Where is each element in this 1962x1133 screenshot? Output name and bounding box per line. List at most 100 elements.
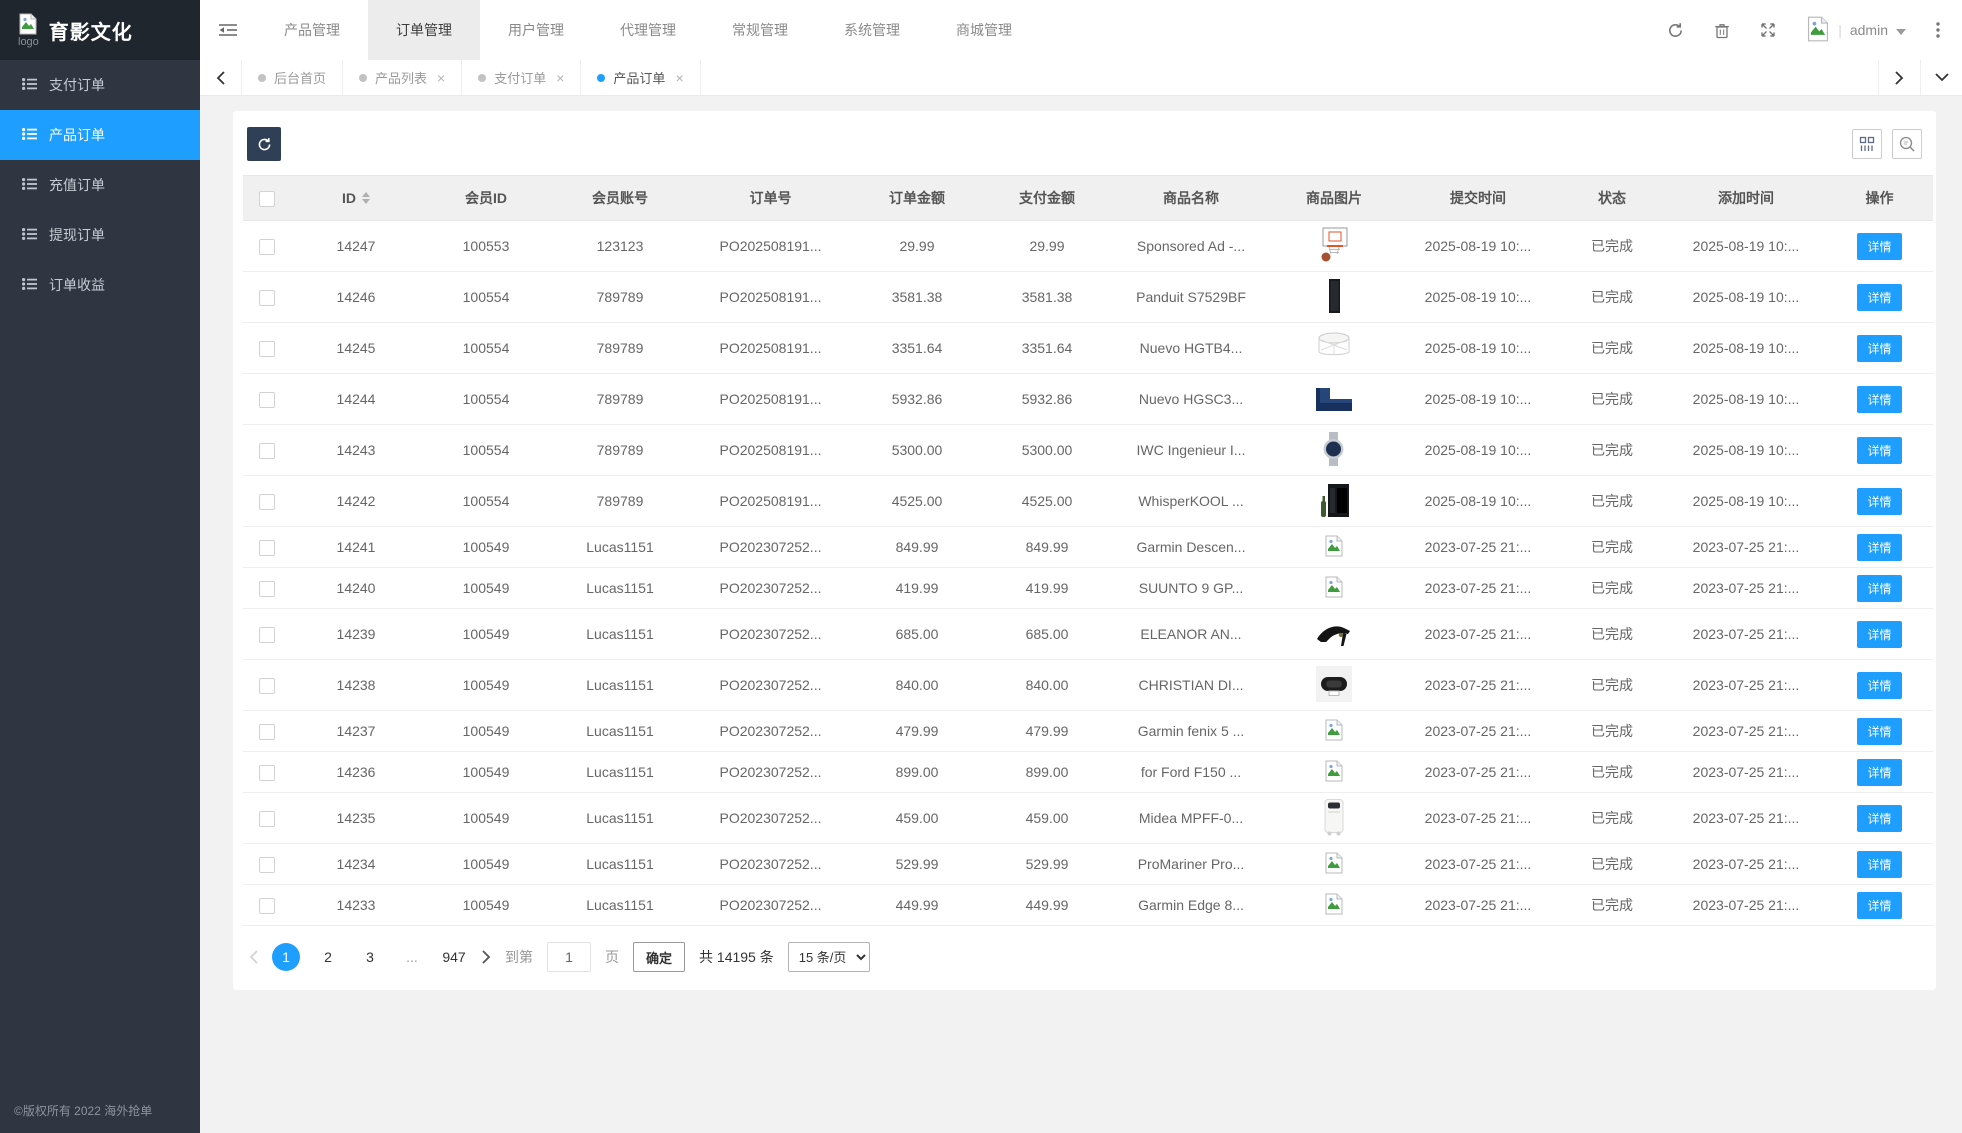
trash-icon[interactable]	[1714, 22, 1730, 39]
tabs-scroll-left-icon[interactable]	[200, 60, 242, 95]
detail-button[interactable]: 详情	[1857, 437, 1901, 464]
table-refresh-button[interactable]	[247, 127, 281, 161]
cell-action: 详情	[1826, 660, 1933, 711]
detail-button[interactable]: 详情	[1857, 805, 1901, 832]
row-checkbox[interactable]	[259, 494, 275, 510]
nav-item-6[interactable]: 商城管理	[928, 0, 1040, 60]
sidebar-item[interactable]: 产品订单	[0, 110, 200, 160]
detail-button[interactable]: 详情	[1857, 284, 1901, 311]
tab-close-icon[interactable]: ×	[437, 70, 445, 86]
nav-item-4[interactable]: 常规管理	[704, 0, 816, 60]
tab-status-dot	[258, 74, 266, 82]
sidebar-item[interactable]: 提现订单	[0, 210, 200, 260]
detail-button[interactable]: 详情	[1857, 575, 1901, 602]
cell-product-image	[1270, 711, 1398, 752]
cell-member-id: 100549	[421, 885, 551, 926]
tab-close-icon[interactable]: ×	[675, 70, 683, 86]
tabs-dropdown-icon[interactable]	[1920, 60, 1962, 95]
column-order-no: 订单号	[689, 176, 852, 221]
row-checkbox[interactable]	[259, 239, 275, 255]
detail-button[interactable]: 详情	[1857, 534, 1901, 561]
nav-item-3[interactable]: 代理管理	[592, 0, 704, 60]
detail-button[interactable]: 详情	[1857, 718, 1901, 745]
cell-id: 14235	[291, 793, 421, 844]
sort-id-control[interactable]	[362, 192, 370, 204]
nav-item-1[interactable]: 订单管理	[368, 0, 480, 60]
cell-product-image	[1270, 609, 1398, 660]
cell-member-id: 100549	[421, 568, 551, 609]
cell-action: 详情	[1826, 885, 1933, 926]
cell-member-id: 100549	[421, 793, 551, 844]
row-checkbox[interactable]	[259, 290, 275, 306]
detail-button[interactable]: 详情	[1857, 233, 1901, 260]
tab-close-icon[interactable]: ×	[556, 70, 564, 86]
table-row: 14246 100554 789789 PO202508191... 3581.…	[243, 272, 1933, 323]
sidebar-collapse-icon[interactable]	[200, 0, 256, 60]
cell-product-image	[1270, 844, 1398, 885]
kebab-menu-icon[interactable]	[1936, 22, 1940, 38]
toggle-columns-button[interactable]	[1852, 129, 1882, 159]
detail-button[interactable]: 详情	[1857, 386, 1901, 413]
select-all-checkbox[interactable]	[259, 191, 275, 207]
tab[interactable]: 后台首页 ×	[242, 60, 343, 95]
goto-page-input[interactable]	[547, 942, 591, 972]
user-menu[interactable]: | admin	[1806, 16, 1906, 45]
table-row: 14241 100549 Lucas1151 PO202307252... 84…	[243, 527, 1933, 568]
nav-item-0[interactable]: 产品管理	[256, 0, 368, 60]
sidebar-item[interactable]: 支付订单	[0, 60, 200, 110]
tab[interactable]: 产品订单 ×	[581, 60, 700, 95]
list-icon	[22, 227, 37, 243]
row-checkbox[interactable]	[259, 678, 275, 694]
detail-button[interactable]: 详情	[1857, 621, 1901, 648]
cell-action: 详情	[1826, 527, 1933, 568]
tab-status-dot	[597, 74, 605, 82]
detail-button[interactable]: 详情	[1857, 759, 1901, 786]
cell-order-no: PO202307252...	[689, 711, 852, 752]
detail-button[interactable]: 详情	[1857, 672, 1901, 699]
cell-order-amount: 449.99	[852, 885, 982, 926]
cell-order-no: PO202307252...	[689, 527, 852, 568]
row-checkbox[interactable]	[259, 898, 275, 914]
row-checkbox[interactable]	[259, 811, 275, 827]
tabs-scroll-right-icon[interactable]	[1878, 60, 1920, 95]
cell-account: Lucas1151	[551, 752, 689, 793]
row-checkbox[interactable]	[259, 724, 275, 740]
page-number-current[interactable]: 1	[272, 943, 300, 971]
main-area: ID 会员ID 会员账号 订单号 订单金额 支付金额 商品名称 商品图片	[200, 96, 1962, 1133]
row-checkbox[interactable]	[259, 443, 275, 459]
cell-add-time: 2025-08-19 10:...	[1666, 425, 1826, 476]
row-checkbox[interactable]	[259, 857, 275, 873]
nav-item-2[interactable]: 用户管理	[480, 0, 592, 60]
next-page-icon[interactable]	[482, 950, 491, 964]
cell-action: 详情	[1826, 425, 1933, 476]
goto-confirm-button[interactable]: 确定	[633, 942, 685, 972]
row-checkbox[interactable]	[259, 765, 275, 781]
tab[interactable]: 支付订单 ×	[462, 60, 581, 95]
page-number[interactable]: 947	[440, 943, 468, 971]
detail-button[interactable]: 详情	[1857, 335, 1901, 362]
search-button[interactable]	[1892, 129, 1922, 159]
detail-button[interactable]: 详情	[1857, 892, 1901, 919]
row-checkbox[interactable]	[259, 581, 275, 597]
refresh-icon[interactable]	[1667, 22, 1684, 39]
row-checkbox[interactable]	[259, 392, 275, 408]
tab[interactable]: 产品列表 ×	[343, 60, 462, 95]
row-checkbox[interactable]	[259, 627, 275, 643]
prev-page-icon[interactable]	[249, 950, 258, 964]
row-checkbox[interactable]	[259, 540, 275, 556]
detail-button[interactable]: 详情	[1857, 488, 1901, 515]
detail-button[interactable]: 详情	[1857, 851, 1901, 878]
per-page-select[interactable]: 15 条/页	[788, 942, 870, 972]
page-number[interactable]: 3	[356, 943, 384, 971]
sidebar-item[interactable]: 订单收益	[0, 260, 200, 310]
cell-account: 789789	[551, 476, 689, 527]
cell-member-id: 100549	[421, 660, 551, 711]
row-checkbox[interactable]	[259, 341, 275, 357]
cell-order-amount: 849.99	[852, 527, 982, 568]
sidebar-item[interactable]: 充值订单	[0, 160, 200, 210]
cell-checkbox	[243, 323, 291, 374]
cell-action: 详情	[1826, 272, 1933, 323]
page-number[interactable]: 2	[314, 943, 342, 971]
nav-item-5[interactable]: 系统管理	[816, 0, 928, 60]
fullscreen-icon[interactable]	[1760, 22, 1776, 38]
